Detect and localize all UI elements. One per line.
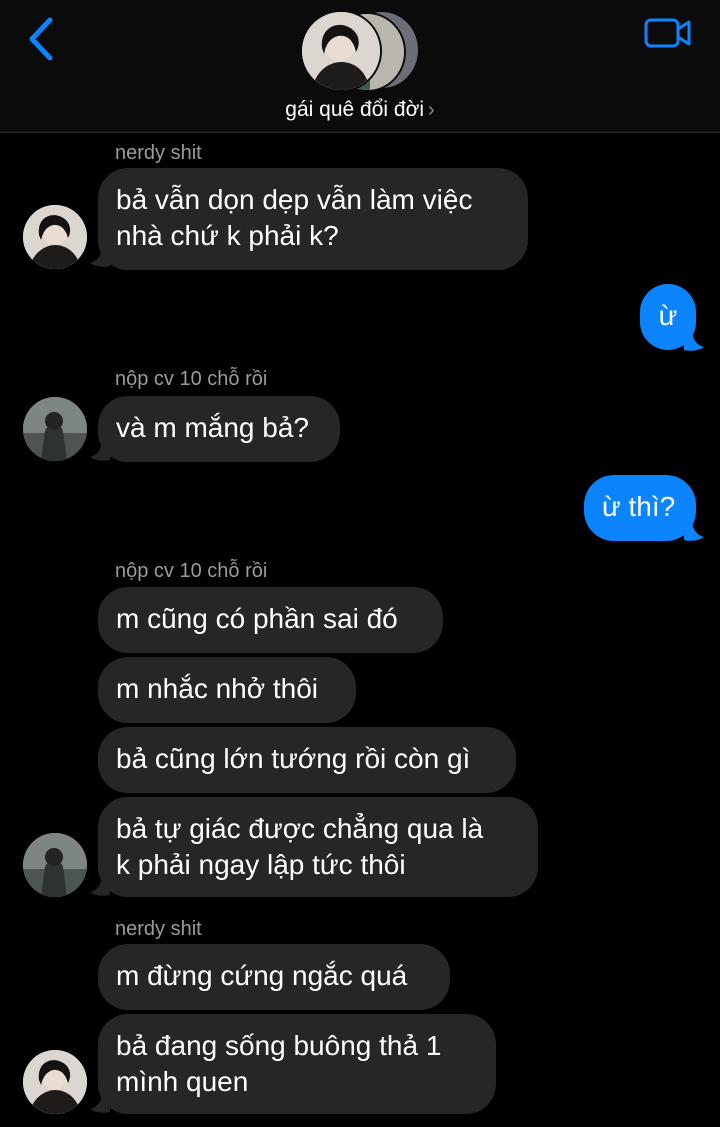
message-bubble-incoming[interactable]: bả cũng lớn tướng rồi còn gì bbox=[98, 727, 516, 793]
message-text: ừ bbox=[658, 300, 678, 331]
message-text: m nhắc nhở thôi bbox=[116, 673, 319, 704]
sender-avatar bbox=[23, 205, 87, 269]
message-text-line: nhà chứ k phải k? bbox=[116, 220, 339, 251]
message-bubble-incoming[interactable]: bả tự giác được chẳng qua là k phải ngay… bbox=[98, 797, 538, 897]
back-button[interactable] bbox=[24, 14, 64, 64]
message-text-line: bả đang sống buông thả 1 bbox=[116, 1030, 442, 1061]
message-text: m đừng cứng ngắc quá bbox=[116, 960, 408, 991]
message-text-line: bả vẫn dọn dẹp vẫn làm việc bbox=[116, 184, 473, 215]
message-bubble-outgoing[interactable]: ừ thì? bbox=[584, 475, 696, 541]
sender-name: nộp cv 10 chỗ rồi bbox=[115, 560, 268, 582]
chevron-left-icon bbox=[29, 17, 53, 61]
message-bubble-incoming[interactable]: và m mắng bả? bbox=[98, 396, 340, 462]
message-bubble-incoming[interactable]: bả vẫn dọn dẹp vẫn làm việc nhà chứ k ph… bbox=[98, 168, 528, 270]
chat-header: gái quê đổi đời › bbox=[0, 0, 720, 133]
group-avatar-1 bbox=[300, 10, 382, 92]
message-bubble-incoming[interactable]: bả đang sống buông thả 1 mình quen bbox=[98, 1014, 496, 1114]
message-bubble-outgoing[interactable]: ừ bbox=[640, 284, 696, 350]
message-text: m cũng có phần sai đó bbox=[116, 603, 398, 634]
message-text: ừ thì? bbox=[602, 491, 676, 522]
group-avatar-stack[interactable] bbox=[300, 10, 420, 92]
message-text: bả cũng lớn tướng rồi còn gì bbox=[116, 743, 471, 774]
chevron-right-icon: › bbox=[428, 99, 435, 121]
sender-avatar bbox=[23, 397, 87, 461]
video-call-button[interactable] bbox=[644, 16, 692, 52]
message-bubble-incoming[interactable]: m nhắc nhở thôi bbox=[98, 657, 356, 723]
group-title-text: gái quê đổi đời bbox=[285, 98, 425, 121]
sender-avatar bbox=[23, 1050, 87, 1114]
video-camera-icon bbox=[644, 18, 691, 48]
sender-avatar bbox=[23, 833, 87, 897]
message-bubble-incoming[interactable]: m đừng cứng ngắc quá bbox=[98, 944, 450, 1010]
message-text-line: mình quen bbox=[116, 1066, 249, 1097]
sender-name: nerdy shit bbox=[115, 918, 202, 940]
sender-name: nerdy shit bbox=[115, 142, 202, 164]
message-text: và m mắng bả? bbox=[116, 412, 309, 443]
sender-name: nộp cv 10 chỗ rồi bbox=[115, 368, 268, 390]
group-title[interactable]: gái quê đổi đời › bbox=[0, 98, 720, 122]
message-bubble-incoming[interactable]: m cũng có phần sai đó bbox=[98, 587, 443, 653]
chat-screen: gái quê đổi đời › nerdy shit bả vẫn dọn d… bbox=[0, 0, 720, 1127]
message-text-line: k phải ngay lập tức thôi bbox=[116, 849, 406, 880]
message-text-line: bả tự giác được chẳng qua là bbox=[116, 813, 484, 844]
